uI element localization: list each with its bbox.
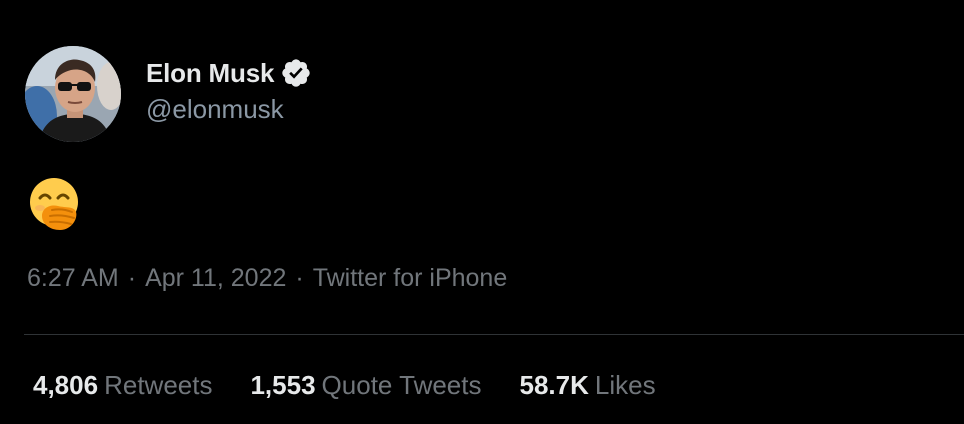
separator: · [127,264,137,292]
quote-tweets-stat[interactable]: 1,553 Quote Tweets [250,370,481,401]
likes-count: 58.7K [519,370,589,400]
retweets-stat[interactable]: 4,806 Retweets [33,370,212,401]
user-names: Elon Musk @elonmusk [146,54,312,125]
tweet-detail: Elon Musk @elonmusk 6:27 AM · Apr 11, 20… [0,0,964,424]
likes-stat[interactable]: 58.7K Likes [520,370,656,401]
likes-label: Likes [594,370,656,400]
avatar[interactable] [25,46,121,142]
display-name-row: Elon Musk [146,54,312,92]
tweet-source[interactable]: Twitter for iPhone [313,264,508,292]
retweets-label: Retweets [104,370,213,400]
user-handle[interactable]: @elonmusk [146,94,312,125]
verified-badge-icon [280,57,312,89]
display-name[interactable]: Elon Musk [146,58,274,89]
separator: · [295,264,304,292]
quote-tweets-label: Quote Tweets [321,370,482,400]
quote-tweets-count: 1,553 [250,370,316,400]
divider [24,334,964,335]
face-with-hand-over-mouth-icon [28,176,84,232]
tweet-date[interactable]: Apr 11, 2022 [145,264,286,292]
tweet-metadata: 6:27 AM · Apr 11, 2022 · Twitter for iPhone [27,264,507,293]
avatar-photo [25,46,121,142]
tweet-stats: 4,806 Retweets 1,553 Quote Tweets 58.7K Lik… [33,370,694,401]
tweet-time[interactable]: 6:27 AM [27,264,119,292]
retweets-count: 4,806 [33,370,99,400]
